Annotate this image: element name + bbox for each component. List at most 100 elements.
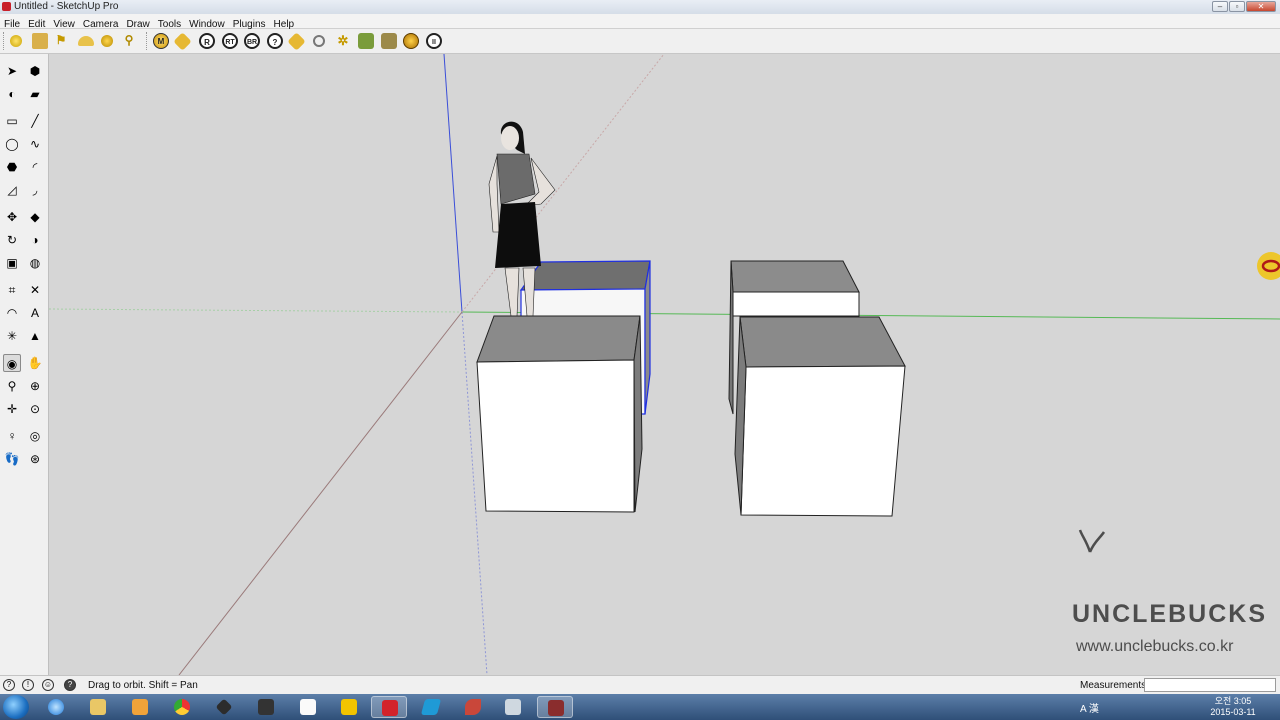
eraser-icon[interactable]: ▰ [26,85,44,103]
plugin-rt-icon[interactable]: RT [222,33,238,49]
flash-icon[interactable]: ✲ [335,33,351,49]
line-tool-icon[interactable]: ╱ [26,112,44,130]
taskbar-clock[interactable]: 오전 3:05 2015-03-11 [1210,696,1256,718]
orbit-cursor-icon [1257,252,1280,280]
pause-icon[interactable]: II [426,33,442,49]
arc-tool-icon[interactable]: ◜ [26,158,44,176]
push-pull-tool-icon[interactable]: ◆ [26,208,44,226]
geolocation-icon[interactable]: ? [3,679,15,691]
drawing-viewport[interactable] [49,54,1280,675]
tag-icon[interactable] [173,32,192,51]
window-title: Untitled - SketchUp Pro [14,1,119,12]
red-app-icon[interactable] [371,696,407,718]
sphere-icon[interactable] [10,35,22,47]
clock-date: 2015-03-11 [1210,707,1256,717]
dimension-tool-icon[interactable]: ✕ [26,281,44,299]
previous-view-icon[interactable]: ⊙ [26,400,44,418]
maximize-icon[interactable]: ▫ [1229,1,1245,12]
look-around-icon[interactable]: ◎ [26,427,44,445]
offset-tool-icon[interactable]: ◍ [26,254,44,272]
measurements-label: Measurements [1080,680,1147,691]
polygon-tool-icon[interactable]: ⬣ [3,158,21,176]
front-left-box[interactable] [476,315,643,513]
pin-icon[interactable]: ⚲ [121,33,137,49]
zoom-tool-icon[interactable]: ⚲ [3,377,21,395]
status-hint: Drag to orbit. Shift = Pan [88,680,198,691]
instructor-help-icon[interactable]: ? [64,679,76,691]
minimize-icon[interactable]: – [1212,1,1228,12]
watermark-logo-icon [1078,529,1106,553]
red-axis-line [178,311,463,675]
axes-tool-icon[interactable]: ✳ [3,327,21,345]
user-icon[interactable]: ☺ [42,679,54,691]
blue-axis-line [443,54,463,313]
tree-icon[interactable] [358,33,374,49]
plugin-r-icon[interactable]: R [199,33,215,49]
plugin-toolbar: ⚑ ⚲ M R RT BR ? ✲ II [0,29,1280,54]
two-point-arc-icon[interactable]: ◞ [26,181,44,199]
rotate-tool-icon[interactable]: ↻ [3,231,21,249]
close-icon[interactable]: ✕ [1246,1,1276,12]
m-app-icon[interactable] [331,696,367,718]
hemisphere-icon[interactable] [78,36,94,46]
zoom-extents-icon[interactable]: ✛ [3,400,21,418]
watermark-url: www.unclebucks.co.kr [1076,638,1234,655]
model-scene[interactable] [49,54,1280,675]
status-bar: ? ! ☺ ? Drag to orbit. Shift = Pan Measu… [0,675,1280,695]
music-app-icon[interactable] [248,696,284,718]
paint-tag-icon[interactable] [287,32,306,51]
scale-tool-icon[interactable]: ▣ [3,254,21,272]
start-orb-icon[interactable] [3,695,29,719]
freehand-icon[interactable]: ∿ [26,135,44,153]
sketchup-app-icon[interactable] [537,696,573,718]
wizard-icon[interactable] [381,33,397,49]
follow-me-icon[interactable]: ◑ [26,231,44,249]
windows-taskbar: A 漢 오전 3:05 2015-03-11 [0,694,1280,720]
sketchup-app-icon [2,2,11,11]
text-tool-icon[interactable]: A [26,304,44,322]
rectangle-tool-icon[interactable]: ▭ [3,112,21,130]
internet-explorer-icon[interactable] [38,696,74,718]
tool-palette: ➤ ⬢ ◐ ▰ ▭ ╱ ◯ ∿ ⬣ ◜ ◿ ◞ ✥ ◆ ↻ ◑ ▣ ◍ ⌗ ✕ ◠ A ✳ ▲ ◉ ✋ ⚲ ⊕ ✛ ⊙ ♀ ◎ 👣 ⊛ [0,54,49,675]
vector-app-icon[interactable] [413,696,449,718]
section-plane-icon[interactable]: ⊛ [26,450,44,468]
tape-measure-icon[interactable]: ⌗ [3,281,21,299]
green-axis-dashed [49,308,463,313]
toolbar-grip[interactable] [146,32,150,50]
zoom-window-icon[interactable]: ⊕ [26,377,44,395]
protractor-icon[interactable]: ◠ [3,304,21,322]
notepad-app-icon[interactable] [495,696,531,718]
watermark-brand: UNCLEBUCKS [1072,600,1267,628]
shapes-app-icon[interactable] [455,696,491,718]
system-tray[interactable]: A 漢 [1080,700,1099,715]
file-explorer-icon[interactable] [80,696,116,718]
3d-text-icon[interactable]: ▲ [26,327,44,345]
gold-coin-icon[interactable] [403,33,419,49]
toolbar-grip[interactable] [3,32,7,50]
paint-bucket-icon[interactable]: ◐ [3,85,21,103]
plugin-help-icon[interactable]: ? [267,33,283,49]
pan-tool-icon[interactable]: ✋ [26,354,44,372]
credits-icon[interactable]: ! [22,679,34,691]
make-component-icon[interactable]: ⬢ [26,62,44,80]
rotated-rectangle-icon[interactable]: ◿ [3,181,21,199]
push-pull-icon[interactable] [32,33,48,49]
front-right-box[interactable] [734,316,906,517]
walk-tool-icon[interactable]: 👣 [3,450,21,468]
measurements-input[interactable] [1144,678,1276,692]
menu-bar: File Edit View Camera Draw Tools Window Plugins… [0,14,1280,30]
select-tool-icon[interactable]: ➤ [3,62,21,80]
arrow-flag-icon[interactable]: ⚑ [53,33,69,49]
sketchup-layout-icon[interactable] [206,696,242,718]
position-camera-icon[interactable]: ♀ [3,427,21,445]
circle-tool-icon[interactable]: ◯ [3,135,21,153]
photo-app-icon[interactable] [290,696,326,718]
target-icon[interactable] [313,35,325,47]
dome-icon[interactable] [101,35,113,47]
move-tool-icon[interactable]: ✥ [3,208,21,226]
chrome-icon[interactable] [164,696,200,718]
orbit-tool-icon[interactable]: ◉ [3,354,21,372]
plugin-m-icon[interactable]: M [153,33,169,49]
media-player-icon[interactable] [122,696,158,718]
plugin-br-icon[interactable]: BR [244,33,260,49]
